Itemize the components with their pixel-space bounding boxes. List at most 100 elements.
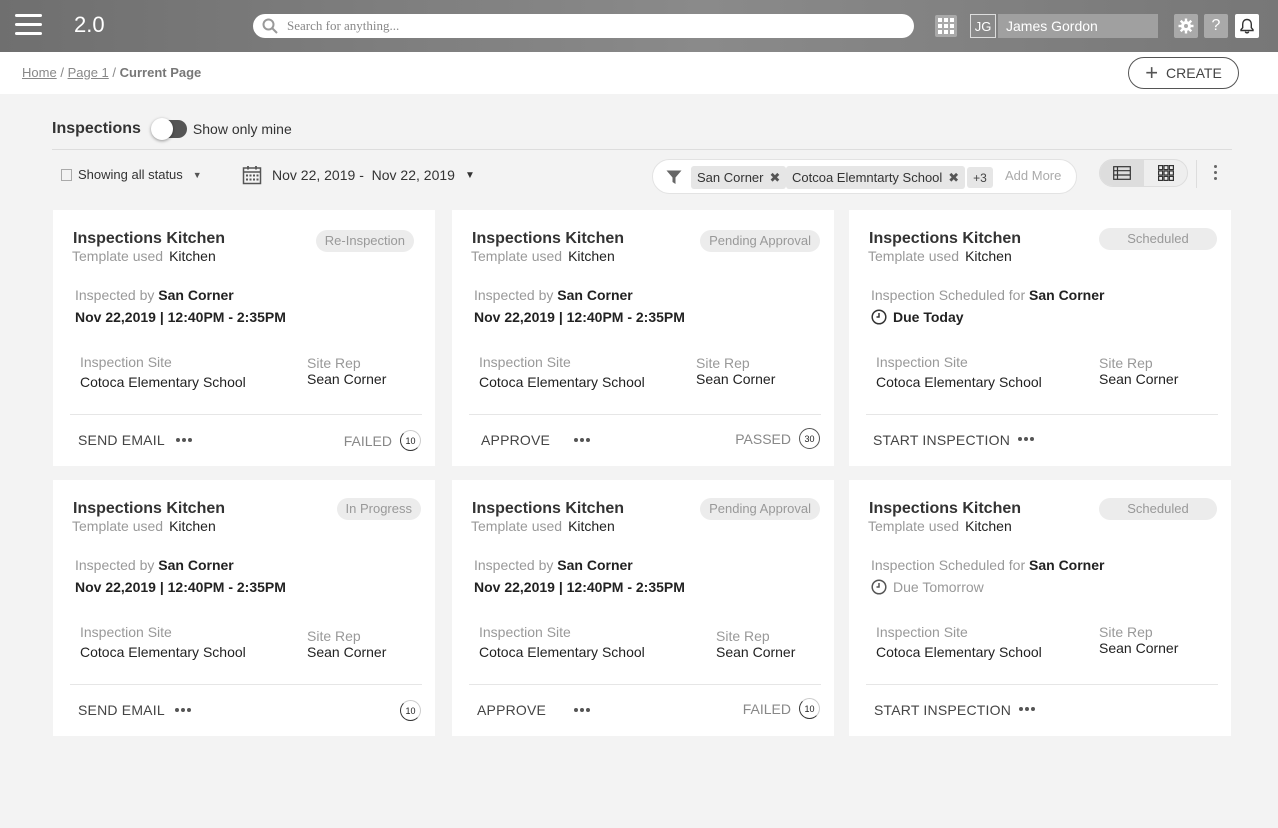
inspected-by-label: Inspected by: [75, 557, 155, 573]
more-options-icon[interactable]: [1210, 165, 1220, 185]
inspection-card[interactable]: Inspections Kitchen Template used Kitchen…: [53, 480, 435, 736]
template-label: Template used: [868, 248, 960, 264]
status-badge: Scheduled: [1099, 228, 1217, 250]
site-rep-label: Site Rep: [307, 628, 361, 644]
user-name[interactable]: James Gordon: [998, 14, 1158, 38]
inspector-name: San Corner: [1029, 287, 1105, 303]
inspected-by: Inspected by San Corner: [75, 557, 234, 573]
approve-button[interactable]: APPROVE: [481, 432, 550, 448]
bell-icon[interactable]: [1235, 14, 1259, 38]
help-icon[interactable]: ?: [1204, 14, 1228, 38]
show-only-mine-toggle[interactable]: [150, 118, 187, 140]
toggle-label: Show only mine: [192, 121, 292, 137]
apps-grid-icon[interactable]: [935, 15, 957, 37]
breadcrumb-current: Current Page: [119, 65, 202, 80]
template-label: Template used: [868, 518, 960, 534]
create-button[interactable]: + CREATE: [1128, 57, 1239, 89]
close-icon[interactable]: ✖: [948, 170, 959, 186]
site-rep-value: Sean Corner: [307, 644, 387, 660]
list-icon: [61, 168, 72, 181]
result-indicator: FAILED 10: [743, 698, 820, 719]
breadcrumb-bar: Home / Page 1 / Current Page + CREATE: [0, 52, 1278, 94]
more-actions-icon[interactable]: [574, 708, 590, 712]
inspection-card[interactable]: Inspections Kitchen Template used Kitchen…: [452, 210, 834, 466]
more-actions-icon[interactable]: [1018, 437, 1034, 441]
inspected-by-label: Inspected by: [474, 557, 554, 573]
caret-down-icon: ▼: [464, 169, 475, 181]
inspection-card[interactable]: Inspections Kitchen Template used Kitchen…: [849, 480, 1231, 736]
site-label: Inspection Site: [80, 354, 172, 370]
date-range-picker[interactable]: Nov 22, 2019 - Nov 22, 2019 ▼: [242, 165, 475, 185]
site-rep-label: Site Rep: [696, 355, 750, 371]
grid-view-icon[interactable]: [1144, 160, 1188, 186]
card-title: Inspections Kitchen: [73, 500, 226, 517]
filter-chip-label: San Corner: [697, 170, 764, 185]
view-toggle: [1099, 159, 1188, 187]
create-button-label: CREATE: [1166, 65, 1222, 81]
inspector-name: San Corner: [557, 557, 633, 573]
breadcrumb-page-1[interactable]: Page 1: [68, 65, 109, 80]
result-indicator: PASSED 30: [735, 428, 820, 449]
template-value: Kitchen: [169, 518, 216, 534]
card-template: Template used Kitchen: [868, 248, 1012, 264]
add-more-filter[interactable]: Add More: [1005, 168, 1061, 183]
inspected-by: Inspected by San Corner: [75, 287, 234, 303]
search-bar[interactable]: [253, 14, 914, 38]
result-indicator: FAILED 10: [344, 430, 421, 451]
scheduled-for-label: Inspection Scheduled for: [871, 287, 1026, 303]
send-email-button[interactable]: SEND EMAIL: [78, 702, 165, 718]
filter-chip[interactable]: San Corner ✖: [691, 166, 787, 189]
filter-icon[interactable]: [666, 170, 682, 185]
more-filters-count[interactable]: +3: [967, 167, 993, 188]
hamburger-menu-icon[interactable]: [15, 14, 42, 36]
card-divider: [70, 414, 422, 415]
site-rep-label: Site Rep: [1099, 355, 1153, 371]
site-label: Inspection Site: [80, 624, 172, 640]
site-label: Inspection Site: [479, 624, 571, 640]
card-divider: [469, 684, 821, 685]
more-actions-icon[interactable]: [176, 438, 192, 442]
card-divider: [70, 684, 422, 685]
breadcrumb-home[interactable]: Home: [22, 65, 57, 80]
site-rep-label: Site Rep: [307, 355, 361, 371]
card-template: Template used Kitchen: [868, 518, 1012, 534]
card-title: Inspections Kitchen: [869, 230, 1022, 247]
inspected-by-label: Inspected by: [75, 287, 155, 303]
due-label: Due Tomorrow: [893, 579, 984, 595]
app-version: 2.0: [74, 12, 105, 37]
breadcrumb-separator: /: [60, 65, 64, 80]
template-value: Kitchen: [568, 248, 615, 264]
send-email-button[interactable]: SEND EMAIL: [78, 432, 165, 448]
more-actions-icon[interactable]: [175, 708, 191, 712]
close-icon[interactable]: ✖: [769, 170, 780, 186]
avatar[interactable]: JG: [970, 14, 996, 38]
due-status: Due Today: [871, 309, 964, 325]
search-input[interactable]: [287, 17, 887, 35]
inspector-name: San Corner: [158, 557, 234, 573]
inspection-card[interactable]: Inspections Kitchen Template used Kitchen…: [53, 210, 435, 466]
inspected-by: Inspected by San Corner: [474, 287, 633, 303]
result-label: PASSED: [735, 430, 791, 447]
card-template: Template used Kitchen: [72, 518, 216, 534]
status-filter-label: Showing all status: [78, 167, 183, 182]
start-inspection-button[interactable]: START INSPECTION: [874, 702, 1011, 718]
status-filter-dropdown[interactable]: Showing all status ▼: [61, 167, 202, 182]
scheduled-for-label: Inspection Scheduled for: [871, 557, 1026, 573]
filter-chip[interactable]: Cotcoa Elemntarty School ✖: [786, 166, 966, 189]
more-actions-icon[interactable]: [574, 438, 590, 442]
more-actions-icon[interactable]: [1019, 707, 1035, 711]
inspection-card[interactable]: Inspections Kitchen Template used Kitchen…: [452, 480, 834, 736]
toolbar-separator: [1196, 160, 1197, 188]
date-to: Nov 22, 2019: [371, 167, 455, 183]
breadcrumb: Home / Page 1 / Current Page: [22, 65, 201, 80]
inspection-card[interactable]: Inspections Kitchen Template used Kitchen…: [849, 210, 1231, 466]
start-inspection-button[interactable]: START INSPECTION: [873, 432, 1010, 448]
gear-icon[interactable]: [1174, 14, 1198, 38]
due-label: Due Today: [893, 309, 964, 325]
approve-button[interactable]: APPROVE: [477, 702, 546, 718]
site-value: Cotoca Elementary School: [876, 374, 1042, 390]
list-view-icon[interactable]: [1100, 160, 1144, 186]
site-label: Inspection Site: [876, 354, 968, 370]
due-status: Due Tomorrow: [871, 579, 984, 595]
date-from: Nov 22, 2019: [272, 167, 356, 183]
